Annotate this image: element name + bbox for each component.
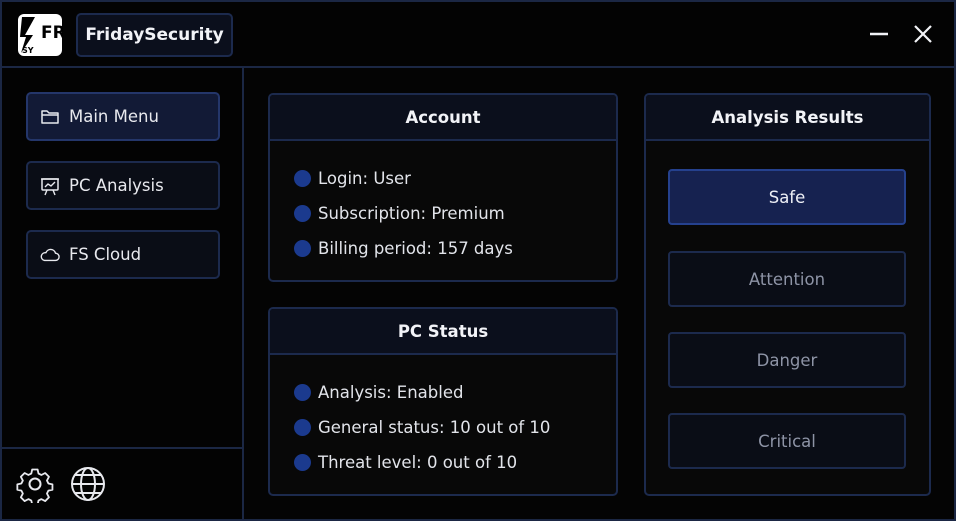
account-panel: Account Login: User Subscription: Premiu… — [268, 93, 618, 282]
pc-status-threat-text: Threat level: 0 out of 10 — [318, 453, 518, 472]
sidebar-item-label: FS Cloud — [69, 245, 142, 264]
danger-button[interactable]: Danger — [668, 332, 906, 388]
status-dot — [294, 205, 311, 222]
account-login-row: Login: User — [294, 169, 411, 188]
minimize-icon — [870, 32, 888, 36]
pc-status-panel-title: PC Status — [270, 309, 616, 355]
account-billing-row: Billing period: 157 days — [294, 239, 513, 258]
pc-status-analysis-row: Analysis: Enabled — [294, 383, 463, 402]
cloud-icon — [40, 245, 60, 265]
sidebar-item-main-menu[interactable]: Main Menu — [26, 92, 220, 141]
title-bar: FR SY FridaySecurity — [2, 2, 954, 68]
pc-status-general-row: General status: 10 out of 10 — [294, 418, 550, 437]
gear-icon[interactable] — [16, 465, 54, 506]
safe-button[interactable]: Safe — [668, 169, 906, 225]
minimize-button[interactable] — [864, 19, 894, 49]
sidebar-item-fs-cloud[interactable]: FS Cloud — [26, 230, 220, 279]
app-title: FridaySecurity — [76, 13, 233, 57]
svg-text:FR: FR — [41, 23, 63, 43]
analysis-results-panel: Analysis Results Safe Attention Danger C… — [644, 93, 931, 496]
status-dot — [294, 454, 311, 471]
close-icon — [914, 25, 932, 43]
account-subscription-row: Subscription: Premium — [294, 204, 505, 223]
account-subscription-text: Subscription: Premium — [318, 204, 505, 223]
status-dot — [294, 384, 311, 401]
globe-icon[interactable] — [69, 465, 107, 503]
account-login-text: Login: User — [318, 169, 411, 188]
analysis-results-title: Analysis Results — [646, 95, 929, 141]
svg-text:SY: SY — [22, 46, 34, 55]
sidebar-item-pc-analysis[interactable]: PC Analysis — [26, 161, 220, 210]
sidebar-item-label: PC Analysis — [69, 176, 164, 195]
app-window: FR SY FridaySecurity Main Menu PC Analys… — [0, 0, 956, 521]
attention-button[interactable]: Attention — [668, 251, 906, 307]
close-button[interactable] — [908, 19, 938, 49]
status-dot — [294, 419, 311, 436]
sidebar-item-label: Main Menu — [69, 107, 159, 126]
critical-button[interactable]: Critical — [668, 413, 906, 469]
sidebar: Main Menu PC Analysis FS Cloud — [2, 68, 244, 519]
sidebar-footer — [2, 447, 242, 519]
presentation-chart-icon — [40, 176, 60, 196]
folder-icon — [40, 107, 60, 127]
pc-status-panel: PC Status Analysis: Enabled General stat… — [268, 307, 618, 496]
pc-status-threat-row: Threat level: 0 out of 10 — [294, 453, 517, 472]
app-logo: FR SY — [17, 13, 66, 57]
status-dot — [294, 170, 311, 187]
status-dot — [294, 240, 311, 257]
account-billing-text: Billing period: 157 days — [318, 239, 513, 258]
pc-status-general-text: General status: 10 out of 10 — [318, 418, 551, 437]
pc-status-analysis-text: Analysis: Enabled — [318, 383, 464, 402]
account-panel-title: Account — [270, 95, 616, 141]
